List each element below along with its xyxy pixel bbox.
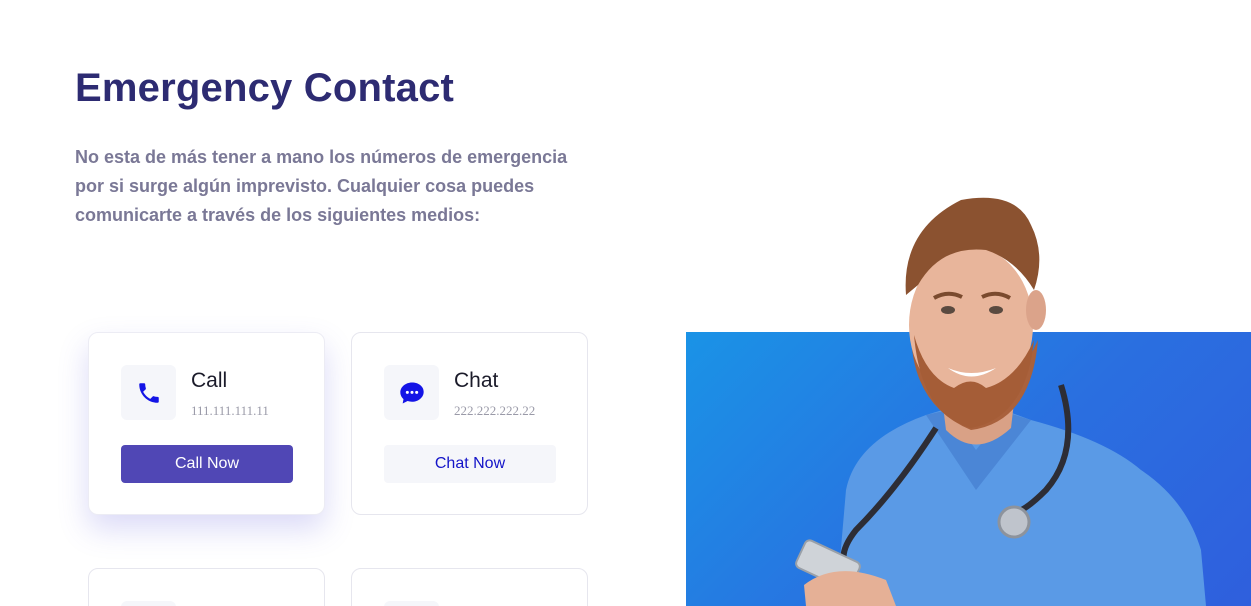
contact-icon	[384, 601, 439, 606]
contact-number: 222.222.222.22	[454, 403, 536, 418]
contact-card	[88, 568, 325, 606]
contact-card-chat: Chat 222.222.222.22 Chat Now	[351, 332, 588, 515]
contact-label: Chat	[454, 369, 499, 392]
contact-number: 111.111.111.11	[191, 403, 269, 418]
phone-icon	[121, 365, 176, 420]
contact-label: Call	[191, 369, 228, 392]
contact-card	[351, 568, 588, 606]
chat-icon	[384, 365, 439, 420]
emergency-contact-section: Emergency Contact No esta de más tener a…	[0, 0, 1251, 606]
doctor-image	[795, 197, 1206, 606]
chat-now-button[interactable]: Chat Now	[384, 445, 556, 483]
section-description: No esta de más tener a mano los números …	[75, 147, 568, 225]
call-now-button[interactable]: Call Now	[121, 445, 293, 483]
contact-icon	[121, 601, 176, 606]
contact-card-call: Call 111.111.111.11 Call Now	[88, 332, 325, 515]
page-title: Emergency Contact	[75, 66, 455, 110]
